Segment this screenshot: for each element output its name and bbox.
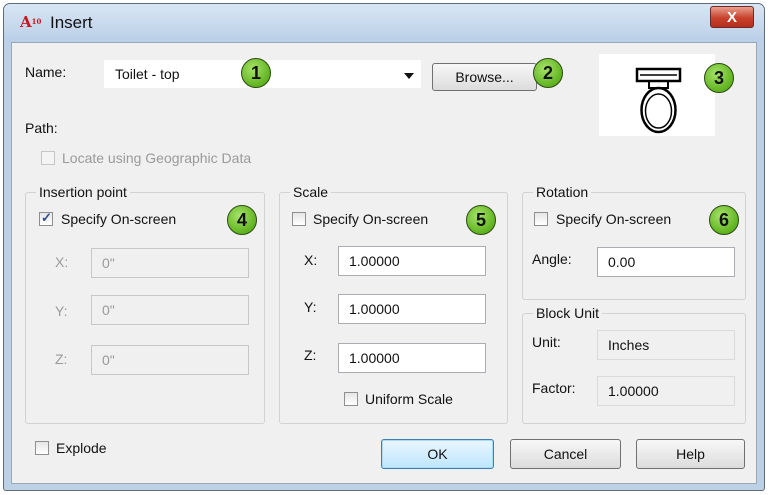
scale-specify-onscreen-checkbox[interactable] <box>292 212 306 226</box>
block-unit-title: Block Unit <box>533 305 603 321</box>
scale-group: Scale Specify On-screen 5 X: 1.00000 Y: … <box>279 184 508 424</box>
insertion-specify-onscreen-checkbox[interactable] <box>39 210 53 226</box>
uniform-scale-label: Uniform Scale <box>365 391 453 407</box>
callout-6-icon: 6 <box>709 205 739 235</box>
angle-input[interactable]: 0.00 <box>597 247 735 277</box>
scale-x-input[interactable]: 1.00000 <box>338 246 486 276</box>
factor-label: Factor: <box>532 380 576 396</box>
angle-label: Angle: <box>532 251 572 267</box>
uniform-scale-checkbox[interactable] <box>344 392 358 406</box>
insertion-x-label: X: <box>55 254 69 270</box>
insertion-y-label: Y: <box>55 303 68 319</box>
ok-button[interactable]: OK <box>381 439 494 469</box>
scale-z-label: Z: <box>304 347 317 363</box>
factor-value: 1.00000 <box>597 376 735 406</box>
chevron-down-icon[interactable] <box>404 73 414 79</box>
scale-y-input[interactable]: 1.00000 <box>338 294 486 324</box>
unit-label: Unit: <box>532 334 561 350</box>
name-label: Name: <box>25 64 67 80</box>
callout-2-icon: 2 <box>533 58 563 88</box>
unit-value: Inches <box>597 330 735 360</box>
cancel-button[interactable]: Cancel <box>510 439 621 469</box>
insert-dialog: A10 Insert X Name: Toilet - top Browse..… <box>3 3 765 491</box>
insertion-z-input[interactable]: 0" <box>91 345 249 375</box>
callout-4-icon: 4 <box>227 205 257 235</box>
block-preview <box>599 54 715 136</box>
rotation-specify-onscreen-label: Specify On-screen <box>556 211 672 227</box>
autocad-app-icon: A10 <box>20 13 42 31</box>
insertion-point-title: Insertion point <box>36 184 130 200</box>
help-button[interactable]: Help <box>636 439 745 469</box>
rotation-specify-onscreen-checkbox[interactable] <box>534 212 548 226</box>
title-bar[interactable]: A10 Insert X <box>4 4 764 42</box>
scale-y-label: Y: <box>304 299 317 315</box>
scale-z-input[interactable]: 1.00000 <box>338 343 486 373</box>
browse-button[interactable]: Browse... <box>432 63 537 91</box>
callout-1-icon: 1 <box>241 58 271 88</box>
rotation-group: Rotation Specify On-screen 6 Angle: 0.00 <box>522 184 746 300</box>
geographic-data-label: Locate using Geographic Data <box>62 150 252 166</box>
block-name-value: Toilet - top <box>115 66 180 82</box>
insertion-specify-onscreen-label: Specify On-screen <box>61 211 177 227</box>
path-label: Path: <box>25 120 58 136</box>
geographic-data-checkbox[interactable] <box>41 151 55 165</box>
toilet-top-preview-icon <box>635 67 682 134</box>
close-button[interactable]: X <box>710 6 754 28</box>
insertion-z-label: Z: <box>55 351 68 367</box>
window-title: Insert <box>50 13 93 32</box>
rotation-title: Rotation <box>533 184 592 200</box>
scale-x-label: X: <box>304 252 318 268</box>
insertion-point-group: Insertion point Specify On-screen 4 X: 0… <box>25 184 265 424</box>
scale-specify-onscreen-label: Specify On-screen <box>313 211 429 227</box>
insertion-y-input[interactable]: 0" <box>91 295 249 325</box>
explode-label: Explode <box>56 440 107 456</box>
block-unit-group: Block Unit Unit: Inches Factor: 1.00000 <box>522 305 746 424</box>
callout-5-icon: 5 <box>466 205 496 235</box>
insertion-x-input[interactable]: 0" <box>91 248 249 278</box>
scale-title: Scale <box>290 184 332 200</box>
dialog-body: Name: Toilet - top Browse... 1 2 3 Path:… <box>11 42 757 484</box>
callout-3-icon: 3 <box>704 63 734 93</box>
explode-checkbox[interactable] <box>35 441 49 455</box>
